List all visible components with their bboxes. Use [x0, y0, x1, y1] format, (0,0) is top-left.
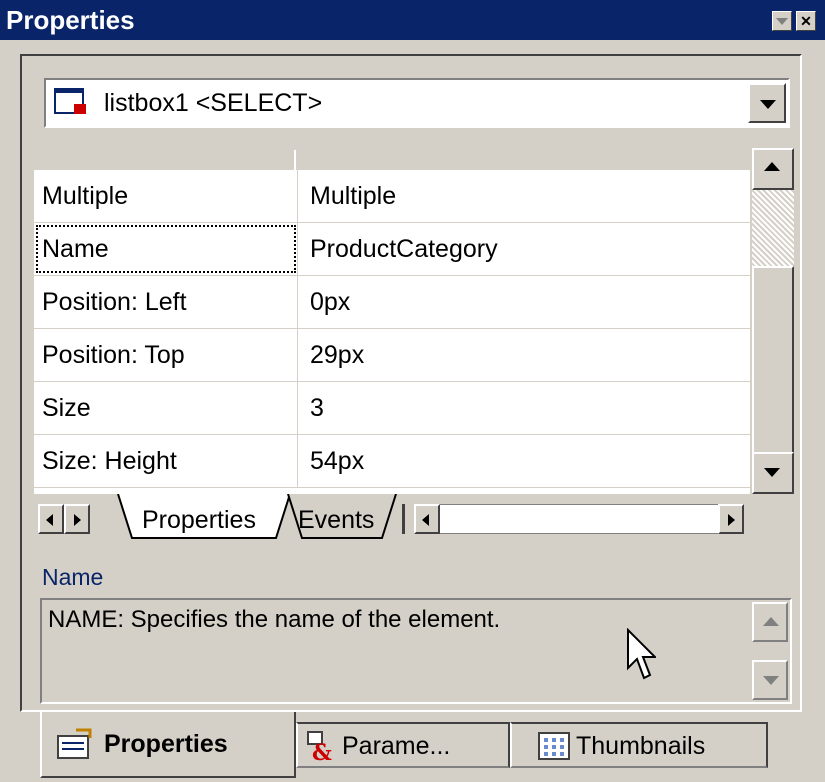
- description-scroll-down[interactable]: [752, 660, 788, 700]
- property-value[interactable]: 29px: [310, 329, 364, 381]
- property-value[interactable]: 3: [310, 382, 324, 434]
- hscroll-left-button[interactable]: [414, 504, 440, 534]
- tab-scroll-right-button[interactable]: [64, 504, 90, 534]
- property-row[interactable]: Size 3: [34, 382, 750, 435]
- tab-properties[interactable]: Properties: [142, 506, 256, 535]
- property-name: Size: Height: [34, 435, 298, 487]
- selector-value: listbox1 <SELECT>: [104, 89, 323, 117]
- bottom-tab-label: Thumbnails: [576, 732, 706, 760]
- chevron-down-icon: [776, 18, 788, 25]
- property-value[interactable]: 0px: [310, 276, 350, 328]
- parameters-icon: &: [307, 731, 332, 762]
- grid-tab-strip: Properties Events: [34, 494, 794, 540]
- chevron-down-icon: [763, 676, 779, 685]
- chevron-right-icon: [728, 514, 735, 526]
- hscroll-right-button[interactable]: [718, 504, 744, 534]
- vertical-scrollbar[interactable]: [752, 148, 794, 504]
- scroll-down-button[interactable]: [752, 452, 794, 494]
- chevron-up-icon: [764, 162, 780, 171]
- chevron-up-icon: [763, 617, 779, 626]
- property-row[interactable]: Position: Left 0px: [34, 276, 750, 329]
- property-name: Multiple: [34, 170, 298, 222]
- bottom-tab-thumbnails[interactable]: Thumbnails: [510, 722, 768, 768]
- property-row[interactable]: Size: Height 54px: [34, 435, 750, 488]
- property-value[interactable]: 54px: [310, 435, 364, 487]
- chevron-left-icon: [46, 514, 53, 526]
- tab-splitter[interactable]: [402, 504, 405, 534]
- description-text: NAME: Specifies the name of the element.: [48, 606, 501, 633]
- chevron-left-icon: [422, 514, 429, 526]
- bottom-tab-label: Properties: [104, 730, 228, 758]
- grid-header: [34, 150, 750, 170]
- properties-icon: [57, 728, 92, 759]
- description-box: NAME: Specifies the name of the element.: [40, 598, 792, 704]
- bottom-tab-label: Parame...: [342, 732, 451, 760]
- selector-dropdown-button[interactable]: [748, 83, 786, 123]
- description-title: Name: [42, 564, 104, 590]
- tab-events[interactable]: Events: [298, 506, 374, 535]
- description-scrollbar[interactable]: [752, 602, 788, 700]
- chevron-down-icon: [764, 468, 780, 477]
- listbox-icon: [54, 88, 86, 114]
- property-name: Size: [34, 382, 298, 434]
- bottom-tab-parameters[interactable]: & Parame...: [296, 722, 510, 768]
- tab-scroll-left-button[interactable]: [38, 504, 64, 534]
- chevron-down-icon: [760, 100, 776, 109]
- description-scroll-up[interactable]: [752, 602, 788, 642]
- property-name: Position: Top: [34, 329, 298, 381]
- object-selector[interactable]: listbox1 <SELECT>: [44, 78, 790, 128]
- property-grid: Multiple Multiple Name ProductCategory P…: [34, 150, 750, 494]
- property-value[interactable]: Multiple: [310, 170, 396, 222]
- property-row[interactable]: Name ProductCategory: [34, 223, 750, 276]
- property-row[interactable]: Position: Top 29px: [34, 329, 750, 382]
- horizontal-scrollbar[interactable]: [414, 504, 744, 534]
- property-row[interactable]: Multiple Multiple: [34, 170, 750, 223]
- title-bar: Properties ✕: [0, 0, 825, 40]
- chevron-right-icon: [74, 514, 81, 526]
- property-name: Position: Left: [34, 276, 298, 328]
- window-title: Properties: [6, 5, 135, 35]
- property-value[interactable]: ProductCategory: [310, 223, 498, 275]
- scroll-up-button[interactable]: [752, 148, 794, 190]
- thumbnails-icon: [538, 732, 570, 760]
- close-icon: ✕: [800, 13, 812, 29]
- mouse-cursor-icon: [627, 628, 656, 680]
- bottom-tab-properties[interactable]: Properties: [40, 712, 296, 778]
- property-name: Name: [34, 223, 298, 275]
- close-button[interactable]: ✕: [796, 11, 816, 31]
- svg-text:&: &: [312, 740, 332, 762]
- dropdown-menu-button[interactable]: [772, 11, 792, 31]
